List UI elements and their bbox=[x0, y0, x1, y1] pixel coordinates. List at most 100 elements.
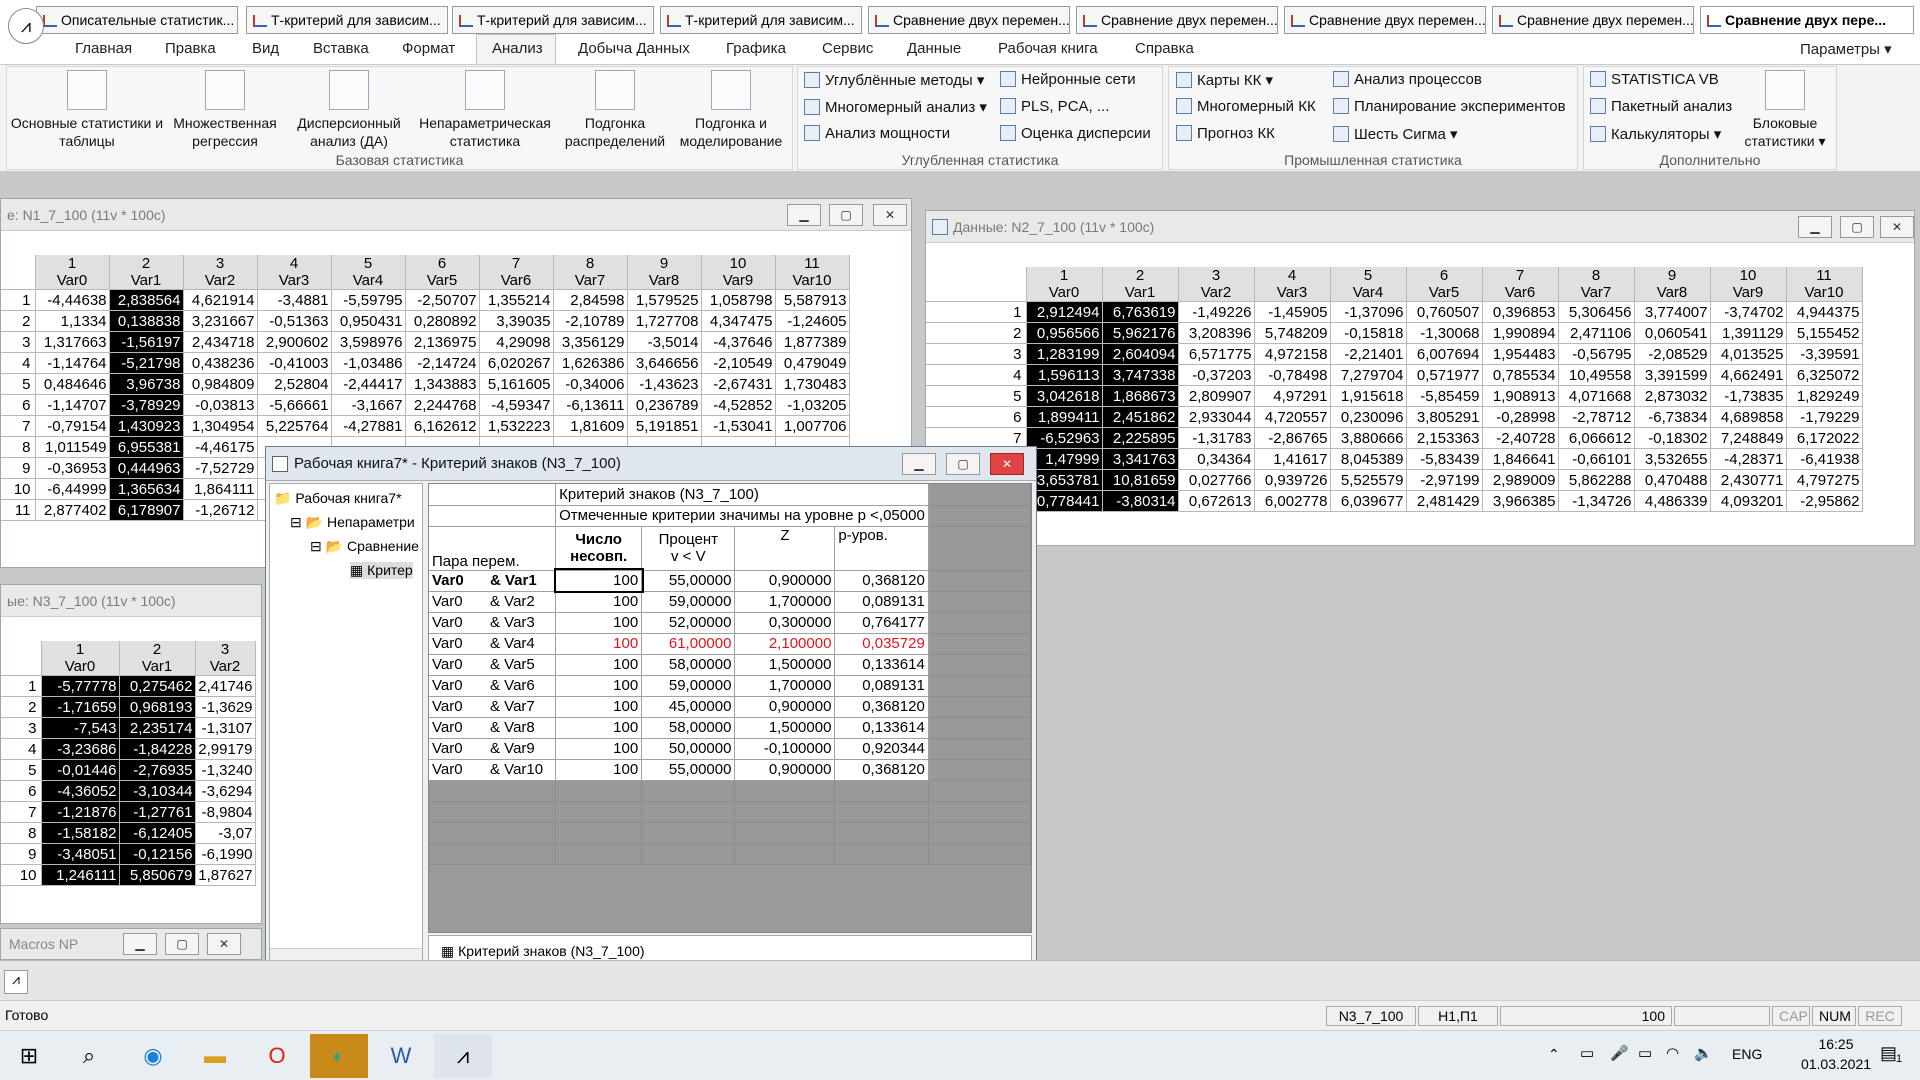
n2-cell[interactable]: 2,471106 bbox=[1558, 322, 1635, 344]
n1-row[interactable]: 5 0,484646 3,96738 0,984809 2,52804 -2,44417 1… bbox=[1, 373, 850, 395]
six-sigma-button[interactable]: Шесть Сигма ▾ bbox=[1333, 125, 1457, 143]
res-value-cell[interactable]: 1,500000 bbox=[734, 654, 836, 676]
n3-cell[interactable]: -6,1990 bbox=[195, 843, 256, 865]
n1-cell[interactable]: 1,304954 bbox=[183, 415, 258, 437]
n1-col-header[interactable]: 7 Var6 bbox=[479, 255, 554, 290]
res-value-cell[interactable]: 100 bbox=[555, 696, 643, 718]
n1-cell[interactable]: -0,51363 bbox=[257, 310, 332, 332]
res-pair-cell[interactable]: Var0 & Var10 bbox=[429, 759, 557, 781]
n3-row[interactable]: 7 -1,21876 -1,27761 -8,9804 bbox=[1, 801, 256, 823]
tree-comparison[interactable]: ⊟ 📂 Сравнение bbox=[310, 538, 419, 555]
res-pair-cell[interactable]: Var0 & Var1 bbox=[429, 570, 557, 592]
n2-cell[interactable]: 4,662491 bbox=[1710, 364, 1787, 386]
qc-forecast-button[interactable]: Прогноз КК bbox=[1176, 125, 1275, 142]
res-value-cell[interactable]: 100 bbox=[555, 759, 643, 781]
tray-language[interactable]: ENG bbox=[1732, 1046, 1762, 1062]
n3-cell[interactable]: -1,27761 bbox=[119, 801, 196, 823]
n3-cell[interactable]: -7,543 bbox=[41, 717, 120, 739]
n1-cell[interactable]: 3,646656 bbox=[627, 352, 702, 374]
n1-cell[interactable]: 1,365634 bbox=[109, 478, 184, 500]
n2-cell[interactable]: -3,80314 bbox=[1102, 490, 1179, 512]
n3-row[interactable]: 3 -7,543 2,235174 -1,3107 bbox=[1, 717, 256, 739]
n1-cell[interactable]: 1,011549 bbox=[35, 436, 110, 458]
n1-cell[interactable]: -6,44999 bbox=[35, 478, 110, 500]
multivariate-button[interactable]: Многомерный анализ ▾ bbox=[804, 98, 987, 116]
n1-minimize-icon[interactable]: ▁ bbox=[787, 204, 821, 226]
n2-cell[interactable]: 6,002778 bbox=[1254, 490, 1331, 512]
res-value-cell[interactable]: 0,300000 bbox=[734, 612, 836, 634]
n2-cell[interactable]: 2,153363 bbox=[1406, 427, 1483, 449]
wb-minimize-icon[interactable]: ▁ bbox=[902, 453, 936, 475]
n2-cell[interactable]: 1,283199 bbox=[1026, 343, 1103, 365]
n1-cell[interactable]: -1,14764 bbox=[35, 352, 110, 374]
n3-cell[interactable]: -0,01446 bbox=[41, 759, 120, 781]
n3-cell[interactable]: -1,3107 bbox=[195, 717, 256, 739]
macros-window[interactable]: Macros NP ▁ ▢ ✕ bbox=[0, 928, 262, 960]
tree-sign-test[interactable]: ▦ Критер bbox=[350, 562, 413, 579]
n2-cell[interactable]: 3,966385 bbox=[1482, 490, 1559, 512]
n2-cell[interactable]: 10,49558 bbox=[1558, 364, 1635, 386]
n2-col-header[interactable]: 5 Var4 bbox=[1330, 267, 1407, 302]
n1-cell[interactable]: 4,29098 bbox=[479, 331, 554, 353]
n1-cell[interactable]: 1,355214 bbox=[479, 289, 554, 311]
res-value-cell[interactable]: 58,00000 bbox=[641, 717, 736, 739]
mdi-tab[interactable]: Т-критерий для зависим... bbox=[452, 6, 654, 34]
opera-icon[interactable]: O bbox=[248, 1034, 306, 1078]
res-value-cell[interactable]: 1,700000 bbox=[734, 591, 836, 613]
n1-cell[interactable]: 3,598976 bbox=[331, 331, 406, 353]
tray-wifi-icon[interactable]: ◠ bbox=[1666, 1044, 1679, 1062]
menu-home[interactable]: Главная bbox=[75, 40, 132, 57]
n2-cell[interactable]: 1,868673 bbox=[1102, 385, 1179, 407]
n1-col-header[interactable]: 6 Var5 bbox=[405, 255, 480, 290]
n2-cell[interactable]: -6,41938 bbox=[1786, 448, 1863, 470]
n1-col-header[interactable]: 3 Var2 bbox=[183, 255, 258, 290]
n2-cell[interactable]: -2,78712 bbox=[1558, 406, 1635, 428]
n1-cell[interactable]: 2,52804 bbox=[257, 373, 332, 395]
n3-row[interactable]: 1 -5,77778 0,275462 2,41746 bbox=[1, 675, 256, 697]
n2-cell[interactable]: -1,34726 bbox=[1558, 490, 1635, 512]
n1-cell[interactable]: 1,730483 bbox=[775, 373, 850, 395]
n1-cell[interactable]: 0,438236 bbox=[183, 352, 258, 374]
n2-cell[interactable]: -2,95862 bbox=[1786, 490, 1863, 512]
n1-cell[interactable]: -3,78929 bbox=[109, 394, 184, 416]
n1-col-header[interactable]: 4 Var3 bbox=[257, 255, 332, 290]
res-data-row[interactable]: Var0 & Var1 100 55,00000 0,900000 0,368120 bbox=[429, 568, 1032, 593]
chat-icon[interactable]: ◐ bbox=[310, 1034, 368, 1078]
n1-col-header[interactable]: 8 Var7 bbox=[553, 255, 628, 290]
n1-cell[interactable]: 5,587913 bbox=[775, 289, 850, 311]
n1-cell[interactable]: -5,66661 bbox=[257, 394, 332, 416]
res-pair-cell[interactable]: Var0 & Var6 bbox=[429, 675, 557, 697]
n1-cell[interactable]: 3,356129 bbox=[553, 331, 628, 353]
menu-format[interactable]: Формат bbox=[402, 40, 455, 57]
n2-row[interactable]: 93,65378110,816590,0277660,9397265,52557… bbox=[926, 469, 1863, 491]
n2-cell[interactable]: -0,78498 bbox=[1254, 364, 1331, 386]
n2-cell[interactable]: 0,956566 bbox=[1026, 322, 1103, 344]
n1-cell[interactable]: -5,21798 bbox=[109, 352, 184, 374]
res-z-header[interactable]: Z bbox=[734, 526, 836, 571]
n1-cell[interactable]: 2,84598 bbox=[553, 289, 628, 311]
n3-cell[interactable]: 0,968193 bbox=[119, 696, 196, 718]
macros-maximize-icon[interactable]: ▢ bbox=[165, 933, 199, 955]
n1-cell[interactable]: 1,343883 bbox=[405, 373, 480, 395]
n1-row[interactable]: 2 1,1334 0,138838 3,231667 -0,51363 0,950431 0… bbox=[1, 310, 850, 332]
statistica-app-icon[interactable]: ⩘ bbox=[8, 8, 44, 44]
res-pair-cell[interactable]: Var0 & Var7 bbox=[429, 696, 557, 718]
res-value-cell[interactable]: 59,00000 bbox=[641, 591, 736, 613]
n2-cell[interactable]: -4,28371 bbox=[1710, 448, 1787, 470]
n1-cell[interactable]: -2,44417 bbox=[331, 373, 406, 395]
n2-row[interactable]: 1 2,912494 6,763619 -1,49226 -1,45905 -1,3709… bbox=[926, 301, 1863, 323]
n1-maximize-icon[interactable]: ▢ bbox=[829, 204, 863, 226]
n3-cell[interactable]: -1,58182 bbox=[41, 822, 120, 844]
statistica-vb-button[interactable]: STATISTICA VB bbox=[1590, 71, 1719, 88]
n1-cell[interactable]: -0,03813 bbox=[183, 394, 258, 416]
n2-cell[interactable]: 3,805291 bbox=[1406, 406, 1483, 428]
nonparametric-button[interactable]: Непараметрическая статистика bbox=[414, 70, 556, 150]
res-value-cell[interactable]: 55,00000 bbox=[641, 570, 736, 592]
n3-cell[interactable]: 5,850679 bbox=[119, 864, 196, 886]
n2-cell[interactable]: 7,279704 bbox=[1330, 364, 1407, 386]
res-pair-cell[interactable]: Var0 & Var9 bbox=[429, 738, 557, 760]
res-value-cell[interactable]: 100 bbox=[555, 717, 643, 739]
res-value-cell[interactable]: 0,920344 bbox=[834, 738, 929, 760]
n3-cell[interactable]: -3,23686 bbox=[41, 738, 120, 760]
calculators-button[interactable]: Калькуляторы ▾ bbox=[1590, 125, 1721, 143]
